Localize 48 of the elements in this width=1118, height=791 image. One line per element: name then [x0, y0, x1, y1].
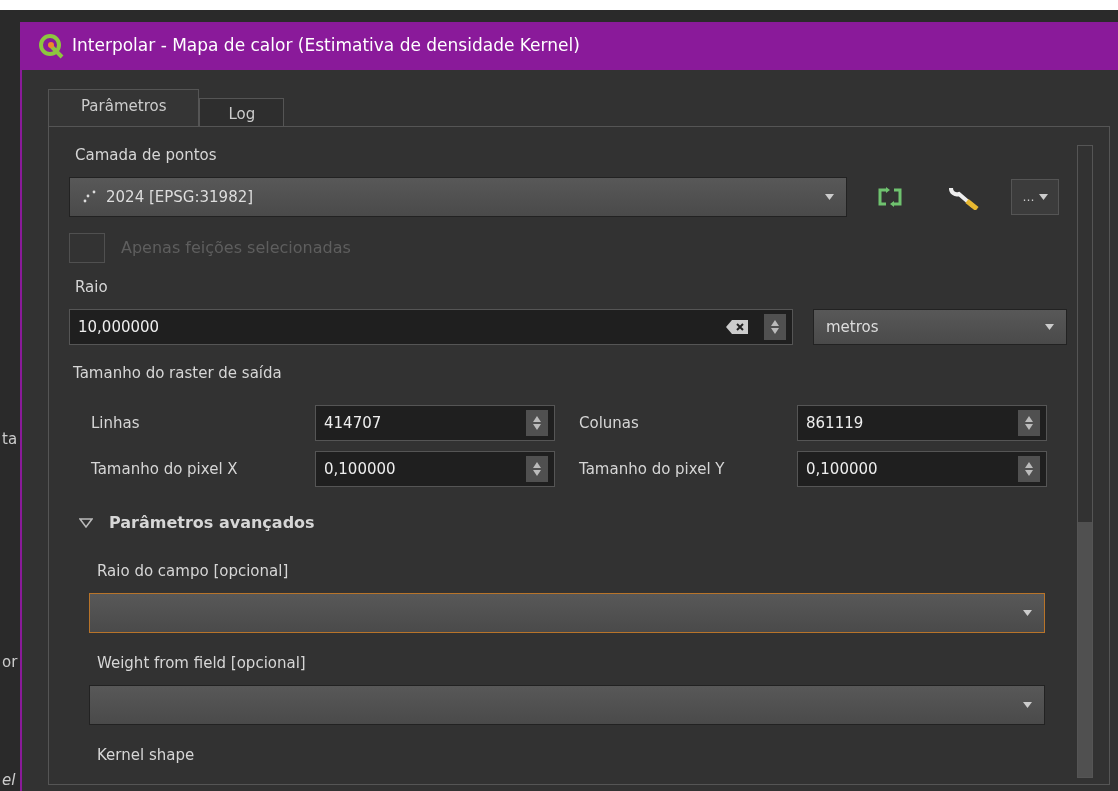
- refresh-icon[interactable]: [877, 187, 903, 207]
- spin-arrows-icon: [771, 320, 779, 334]
- more-button[interactable]: …: [1011, 179, 1059, 215]
- spin-buttons[interactable]: [526, 410, 548, 436]
- window-title: Interpolar - Mapa de calor (Estimativa de densidade Kernel): [72, 34, 580, 58]
- unit-dropdown[interactable]: metros: [813, 309, 1067, 345]
- background-text: ta: [2, 430, 19, 448]
- field-label: Kernel shape: [97, 745, 196, 765]
- tab[interactable]: Log: [199, 98, 285, 126]
- tab[interactable]: Parâmetros: [48, 89, 200, 127]
- app-logo-icon: [38, 33, 64, 59]
- field-label: Weight from field [opcional]: [97, 653, 307, 673]
- spin-buttons[interactable]: [1018, 456, 1040, 482]
- spin-arrows-icon: [533, 416, 541, 430]
- scrollbar[interactable]: [1077, 145, 1093, 778]
- field-label: Raio: [75, 277, 109, 297]
- spin-arrows-icon: [1025, 462, 1033, 476]
- collapse-icon[interactable]: [79, 518, 93, 528]
- layer-dropdown[interactable]: 2024 [EPSG:31982]: [69, 177, 847, 217]
- section-header[interactable]: Parâmetros avançados: [109, 513, 315, 533]
- background-text: el: [2, 771, 17, 789]
- spin-arrows-icon: [533, 462, 541, 476]
- number-field[interactable]: 0,100000: [797, 451, 1047, 487]
- caret-icon: [1045, 324, 1054, 330]
- section-label: Tamanho do raster de saída: [73, 363, 283, 383]
- field-label: Linhas: [91, 413, 141, 433]
- spin-buttons[interactable]: [764, 314, 786, 340]
- field-label: Tamanho do pixel X: [91, 459, 239, 479]
- spin-buttons[interactable]: [526, 456, 548, 482]
- number-field[interactable]: 861119: [797, 405, 1047, 441]
- field-label: Tamanho do pixel Y: [579, 459, 726, 479]
- dropdown[interactable]: [89, 593, 1045, 633]
- number-field[interactable]: 0,100000: [315, 451, 555, 487]
- caret-icon: [825, 194, 834, 200]
- caret-icon: [1023, 610, 1032, 616]
- number-field[interactable]: 414707: [315, 405, 555, 441]
- caret-icon: [1023, 702, 1032, 708]
- field-label: Raio do campo [opcional]: [97, 561, 290, 581]
- field-label: Colunas: [579, 413, 640, 433]
- caret-icon: [1038, 194, 1048, 200]
- spin-arrows-icon: [1025, 416, 1033, 430]
- background-text: or: [2, 653, 19, 671]
- point-layer-icon: [82, 190, 96, 204]
- spin-buttons[interactable]: [1018, 410, 1040, 436]
- number-field[interactable]: 10,000000: [69, 309, 793, 345]
- clear-icon: [726, 320, 748, 334]
- field-label: Camada de pontos: [75, 145, 218, 165]
- dropdown[interactable]: [89, 685, 1045, 725]
